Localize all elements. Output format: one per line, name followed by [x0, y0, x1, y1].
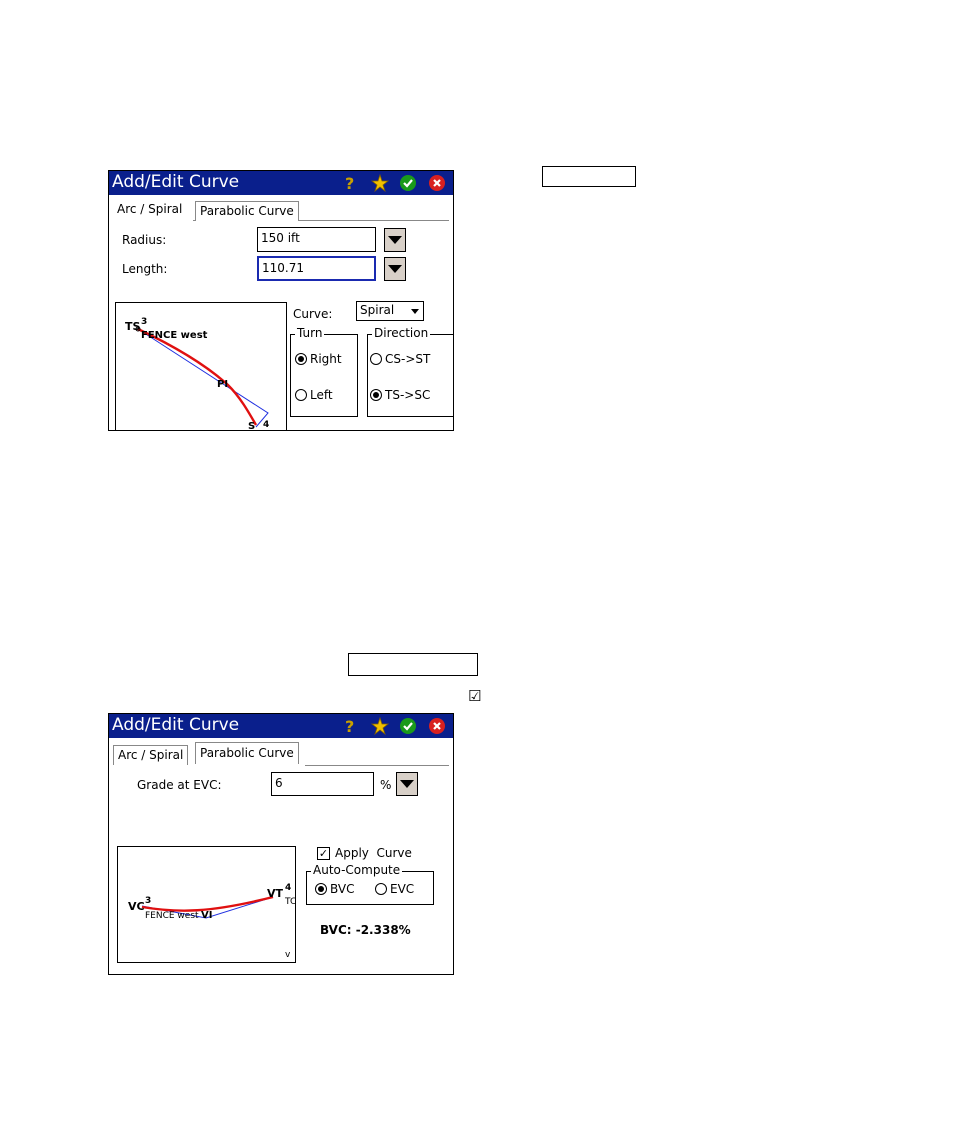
profile-preview-svg: VC 3 FENCE west VI VT 4 TC v [128, 883, 296, 960]
grade-at-evc-label: Grade at EVC: [137, 778, 222, 792]
chevron-down-icon [388, 265, 402, 273]
auto-compute-bvc-radio[interactable]: BVC [315, 882, 354, 896]
bvc-result: BVC: -2.338% [320, 923, 411, 937]
turn-left-radio[interactable]: Left [295, 388, 333, 402]
auto-compute-evc-label: EVC [390, 882, 415, 896]
ok-check-icon[interactable] [398, 716, 418, 736]
grade-at-evc-input[interactable]: 6 [271, 772, 374, 796]
turn-right-label: Right [310, 352, 342, 366]
curve-type-select[interactable]: Spiral [356, 301, 424, 321]
favorite-star-icon[interactable] [370, 716, 390, 736]
vc-number: 3 [145, 896, 151, 906]
fence-west-label: FENCE west [145, 911, 199, 921]
dialog-title: Add/Edit Curve [112, 715, 240, 735]
auto-compute-evc-radio[interactable]: EVC [375, 882, 414, 896]
direction-ts-sc-label: TS->SC [385, 388, 431, 402]
ok-check-icon[interactable] [398, 173, 418, 193]
v-label: v [285, 950, 291, 960]
ts-number: 3 [141, 317, 147, 327]
svg-text:?: ? [345, 717, 354, 735]
curve-preview-svg: TS 3 FENCE west PI S 4 [125, 317, 269, 431]
radio-unselected-icon [375, 883, 387, 895]
spiral-curve [137, 327, 258, 426]
fence-west-label: FENCE west [141, 330, 208, 341]
end-label: S [248, 421, 255, 431]
length-dropdown-button[interactable] [384, 257, 406, 281]
turn-right-radio[interactable]: Right [295, 352, 342, 366]
add-edit-curve-dialog-parabolic: Add/Edit Curve ? Arc / Spiral Parabolic … [108, 713, 454, 975]
add-edit-curve-dialog-arc: Add/Edit Curve ? Arc / Spiral Parabolic … [108, 170, 454, 431]
tab-arc-spiral[interactable]: Arc / Spiral [113, 745, 189, 765]
svg-text:?: ? [345, 174, 354, 192]
page-checkbox-glyph: ☑ [468, 687, 482, 705]
tab-arc-spiral[interactable]: Arc / Spiral [113, 199, 187, 221]
curve-label: Curve: [293, 307, 333, 321]
radius-label: Radius: [122, 233, 167, 247]
turn-group-title: Turn [295, 326, 325, 340]
auto-compute-group-title: Auto-Compute [311, 863, 403, 877]
turn-group: Turn Right Left [290, 326, 358, 417]
title-bar: Add/Edit Curve ? [109, 714, 453, 738]
pi-label: PI [217, 379, 228, 390]
close-icon[interactable] [427, 173, 447, 193]
close-icon[interactable] [427, 716, 447, 736]
chevron-down-icon [400, 780, 414, 788]
chevron-down-icon [411, 309, 419, 314]
apply-curve-label: Apply Curve [335, 846, 412, 860]
help-icon[interactable]: ? [340, 173, 360, 193]
profile-preview-plot: VC 3 FENCE west VI VT 4 TC v [117, 846, 296, 963]
direction-cs-st-radio[interactable]: CS->ST [370, 352, 430, 366]
auto-compute-group: Auto-Compute BVC EVC [306, 863, 434, 905]
direction-ts-sc-radio[interactable]: TS->SC [370, 388, 430, 402]
vi-label: VI [201, 910, 212, 921]
radio-unselected-icon [370, 353, 382, 365]
radio-selected-icon [295, 353, 307, 365]
grade-unit-label: % [380, 778, 392, 792]
vt-label: VT [267, 887, 284, 900]
auto-compute-bvc-label: BVC [330, 882, 355, 896]
length-input[interactable]: 110.71 [257, 256, 376, 281]
chevron-down-icon [388, 236, 402, 244]
direction-group-title: Direction [372, 326, 431, 340]
tc-label: TC [284, 897, 296, 907]
radius-input[interactable]: 150 ift [257, 227, 376, 252]
grade-unit-dropdown-button[interactable] [396, 772, 418, 796]
parabolic-curve [141, 895, 274, 912]
checkbox-checked-icon: ✓ [317, 846, 330, 860]
tab-parabolic-curve[interactable]: Parabolic Curve [195, 201, 299, 221]
favorite-star-icon[interactable] [370, 173, 390, 193]
radio-selected-icon [370, 389, 382, 401]
curve-type-value: Spiral [360, 303, 395, 317]
end-number: 4 [263, 420, 269, 430]
turn-left-label: Left [310, 388, 333, 402]
radio-selected-icon [315, 883, 327, 895]
vc-label: VC [128, 900, 145, 913]
dialog-title: Add/Edit Curve [112, 172, 240, 192]
ts-label: TS [125, 320, 141, 333]
direction-cs-st-label: CS->ST [385, 352, 431, 366]
blank-text-box-1 [542, 166, 636, 187]
tab-strip-line [305, 765, 449, 766]
curve-preview-plot: TS 3 FENCE west PI S 4 [115, 302, 287, 431]
blank-text-box-2 [348, 653, 478, 676]
tab-parabolic-curve[interactable]: Parabolic Curve [195, 742, 299, 764]
length-label: Length: [122, 262, 168, 276]
radio-unselected-icon [295, 389, 307, 401]
radius-dropdown-button[interactable] [384, 228, 406, 252]
direction-group: Direction CS->ST TS->SC [367, 326, 453, 417]
vt-number: 4 [285, 883, 291, 893]
apply-curve-checkbox[interactable]: ✓ Apply Curve [317, 846, 412, 860]
title-bar: Add/Edit Curve ? [109, 171, 453, 195]
help-icon[interactable]: ? [340, 716, 360, 736]
